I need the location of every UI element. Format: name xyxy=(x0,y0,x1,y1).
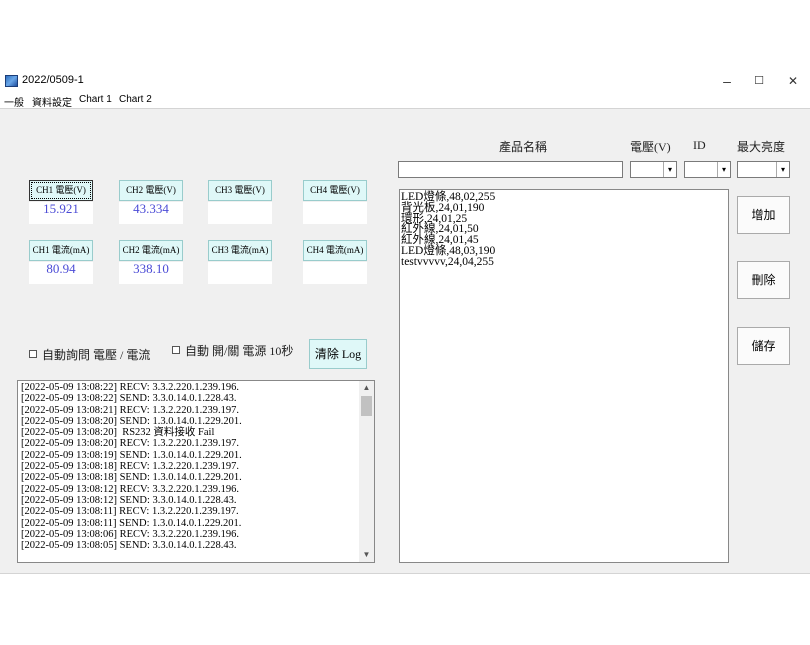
log-line: [2022-05-09 13:08:12] RECV: 3.3.2.220.1.… xyxy=(21,483,239,495)
ch1-voltage-button[interactable]: CH1 電壓(V) xyxy=(29,180,93,201)
product-list-item[interactable]: testvvvvv,24,04,255 xyxy=(401,256,495,268)
log-line: [2022-05-09 13:08:20] RS232 資料接收 Fail xyxy=(21,427,215,439)
log-scrollbar[interactable]: ▲ ▼ xyxy=(359,381,374,562)
add-button[interactable]: 增加 xyxy=(737,196,790,234)
log-textbox[interactable]: [2022-05-09 13:08:22] RECV: 3.3.2.220.1.… xyxy=(17,380,375,563)
window-title: 2022/0509-1 xyxy=(22,74,84,86)
log-line: [2022-05-09 13:08:20] RECV: 1.3.2.220.1.… xyxy=(21,438,239,450)
ch4-current-button[interactable]: CH4 電流(mA) xyxy=(303,240,367,261)
product-name-header: 產品名稱 xyxy=(499,140,548,154)
dropdown-arrow-icon: ▾ xyxy=(663,162,676,177)
log-line: [2022-05-09 13:08:11] SEND: 1.3.0.14.0.1… xyxy=(21,517,242,529)
voltage-select[interactable]: ▾ xyxy=(630,161,677,178)
product-name-input[interactable] xyxy=(398,161,623,178)
ch4-voltage-value xyxy=(303,202,367,224)
dropdown-arrow-icon: ▾ xyxy=(776,162,789,177)
ch2-current-value: 338.10 xyxy=(119,262,183,284)
ch1-current-value: 80.94 xyxy=(29,262,93,284)
scroll-up-icon[interactable]: ▲ xyxy=(359,381,374,395)
panel-bottom-border xyxy=(0,573,810,574)
ch2-voltage-value: 43.334 xyxy=(119,202,183,224)
menu-chart-2[interactable]: Chart 2 xyxy=(119,94,152,105)
brightness-select[interactable]: ▾ xyxy=(737,161,790,178)
ch3-current-value xyxy=(208,262,272,284)
log-line: [2022-05-09 13:08:05] SEND: 3.3.0.14.0.1… xyxy=(21,540,237,552)
product-lines: LED燈條,48,02,255 背光板,24,01,190 環形,24,01,25 紅… xyxy=(401,191,495,268)
app-icon xyxy=(5,75,18,87)
minimize-button[interactable]: – xyxy=(712,70,742,92)
id-select[interactable]: ▾ xyxy=(684,161,731,178)
clear-log-button[interactable]: 清除 Log xyxy=(309,339,367,369)
ch4-voltage-button[interactable]: CH4 電壓(V) xyxy=(303,180,367,201)
maximize-button[interactable]: ☐ xyxy=(744,70,774,92)
log-line: [2022-05-09 13:08:22] SEND: 3.3.0.14.0.1… xyxy=(21,393,237,405)
ch3-current-button[interactable]: CH3 電流(mA) xyxy=(208,240,272,261)
menu-bar: 一般 資料設定 Chart 1 Chart 2 xyxy=(0,92,810,109)
log-lines: [2022-05-09 13:08:22] RECV: 3.3.2.220.1.… xyxy=(21,382,242,551)
log-line: [2022-05-09 13:08:20] SEND: 1.3.0.14.0.1… xyxy=(21,415,242,427)
product-list-item[interactable]: 背光板,24,01,190 xyxy=(401,202,495,214)
scroll-thumb[interactable] xyxy=(361,396,372,416)
auto-power-label: 自動 開/關 電源 10秒 xyxy=(185,344,294,358)
menu-data-settings[interactable]: 資料設定 xyxy=(32,94,72,109)
log-line: [2022-05-09 13:08:12] SEND: 3.3.0.14.0.1… xyxy=(21,494,237,506)
menu-chart-1[interactable]: Chart 1 xyxy=(79,94,112,105)
checkbox-box[interactable] xyxy=(29,350,37,358)
auto-power-checkbox[interactable]: 自動 開/關 電源 10秒 xyxy=(172,342,293,359)
title-bar: 2022/0509-1 – ☐ ✕ xyxy=(0,70,810,92)
delete-button[interactable]: 刪除 xyxy=(737,261,790,299)
log-line: [2022-05-09 13:08:06] RECV: 3.3.2.220.1.… xyxy=(21,528,239,540)
log-line: [2022-05-09 13:08:18] SEND: 1.3.0.14.0.1… xyxy=(21,472,242,484)
log-line: [2022-05-09 13:08:22] RECV: 3.3.2.220.1.… xyxy=(21,382,239,393)
ch1-voltage-value: 15.921 xyxy=(29,202,93,224)
ch4-current-value xyxy=(303,262,367,284)
auto-query-label: 自動詢問 電壓 / 電流 xyxy=(42,348,151,362)
auto-query-checkbox[interactable]: 自動詢問 電壓 / 電流 xyxy=(29,346,150,363)
log-line: [2022-05-09 13:08:18] RECV: 1.3.2.220.1.… xyxy=(21,461,239,473)
log-line: [2022-05-09 13:08:11] RECV: 1.3.2.220.1.… xyxy=(21,506,239,518)
id-header: ID xyxy=(693,138,706,152)
log-line: [2022-05-09 13:08:21] RECV: 1.3.2.220.1.… xyxy=(21,404,239,416)
ch2-voltage-button[interactable]: CH2 電壓(V) xyxy=(119,180,183,201)
dropdown-arrow-icon: ▾ xyxy=(717,162,730,177)
save-button[interactable]: 儲存 xyxy=(737,327,790,365)
checkbox-box[interactable] xyxy=(172,346,180,354)
scroll-down-icon[interactable]: ▼ xyxy=(359,548,374,562)
voltage-header: 電壓(V) xyxy=(630,140,671,154)
menu-general[interactable]: 一般 xyxy=(4,94,24,109)
ch1-current-button[interactable]: CH1 電流(mA) xyxy=(29,240,93,261)
ch3-voltage-value xyxy=(208,202,272,224)
product-listbox[interactable]: LED燈條,48,02,255 背光板,24,01,190 環形,24,01,25 紅… xyxy=(399,189,729,563)
brightness-header: 最大亮度 xyxy=(737,140,786,154)
ch2-current-button[interactable]: CH2 電流(mA) xyxy=(119,240,183,261)
ch3-voltage-button[interactable]: CH3 電壓(V) xyxy=(208,180,272,201)
close-button[interactable]: ✕ xyxy=(778,70,808,92)
log-line: [2022-05-09 13:08:19] SEND: 1.3.0.14.0.1… xyxy=(21,449,242,461)
